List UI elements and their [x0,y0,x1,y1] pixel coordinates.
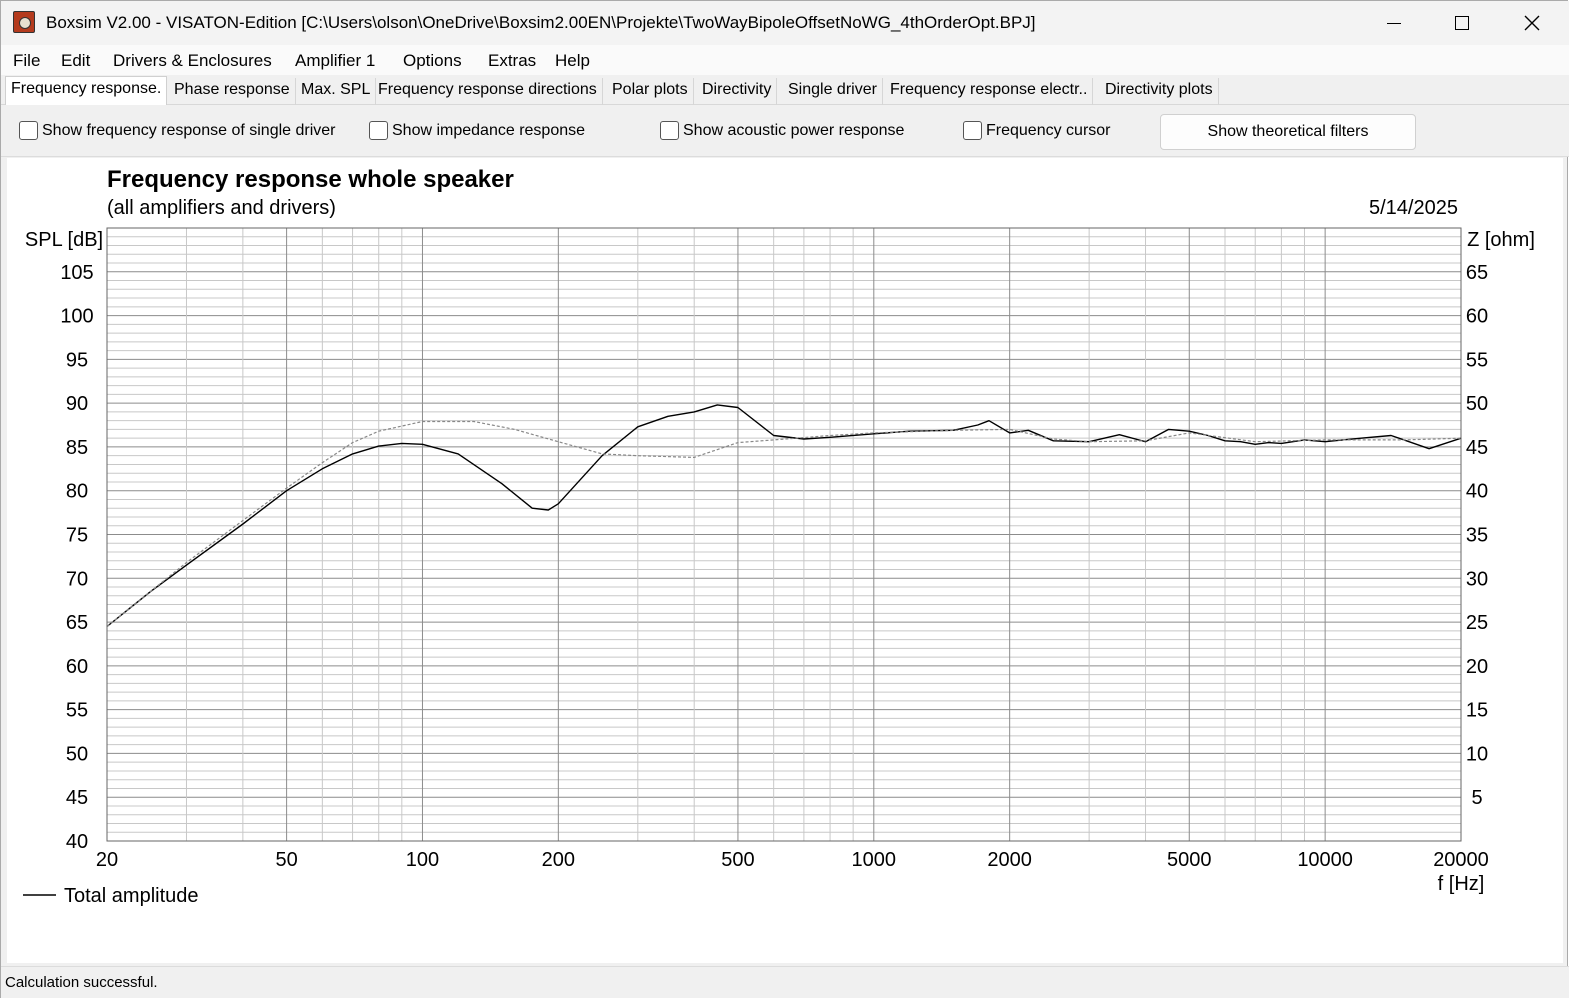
y2-tick-label: 40 [1466,481,1488,503]
y-tick-label: 100 [60,306,93,328]
y-tick-label: 60 [66,656,88,678]
y-tick-label: 50 [66,743,88,765]
x-tick-label: 50 [275,849,297,871]
y2-tick-label: 45 [1466,437,1488,459]
x-axis-label: f [Hz] [1438,873,1485,895]
x-tick-label: 2000 [987,849,1032,871]
y2-tick-label: 25 [1466,612,1488,634]
y2-tick-label: 35 [1466,525,1488,547]
y-tick-label: 55 [66,700,88,722]
y2-tick-label: 55 [1466,349,1488,371]
x-tick-label: 1000 [852,849,897,871]
y-tick-label: 40 [66,831,88,853]
y-tick-label: 90 [66,393,88,415]
x-tick-label: 500 [721,849,754,871]
y-axis-label: SPL [dB] [25,229,103,251]
y-tick-label: 95 [66,349,88,371]
y2-axis-label: Z [ohm] [1467,229,1535,251]
y2-tick-label: 10 [1466,743,1488,765]
x-tick-label: 200 [542,849,575,871]
y2-tick-label: 50 [1466,393,1488,415]
y2-tick-label: 60 [1466,306,1488,328]
y-tick-label: 70 [66,568,88,590]
y2-tick-label: 65 [1466,262,1488,284]
x-tick-label: 20000 [1433,849,1489,871]
legend-label: Total amplitude [64,885,199,907]
x-tick-label: 10000 [1297,849,1353,871]
y2-tick-label: 15 [1466,700,1488,722]
y2-tick-label: 20 [1466,656,1488,678]
y-tick-label: 80 [66,481,88,503]
x-tick-label: 100 [406,849,439,871]
y-tick-label: 85 [66,437,88,459]
y-tick-label: 65 [66,612,88,634]
y2-tick-label: 30 [1466,568,1488,590]
y-tick-label: 45 [66,787,88,809]
frequency-response-chart: 40 45 50 55 60 65 70 75 80 85 90 95 100 105 5 10 15 20 25 3… [23,227,1535,907]
x-tick-label: 20 [96,849,118,871]
x-tick-label: 5000 [1167,849,1212,871]
y-tick-label: 105 [60,262,93,284]
y2-tick-label: 5 [1471,787,1482,809]
y-tick-label: 75 [66,525,88,547]
